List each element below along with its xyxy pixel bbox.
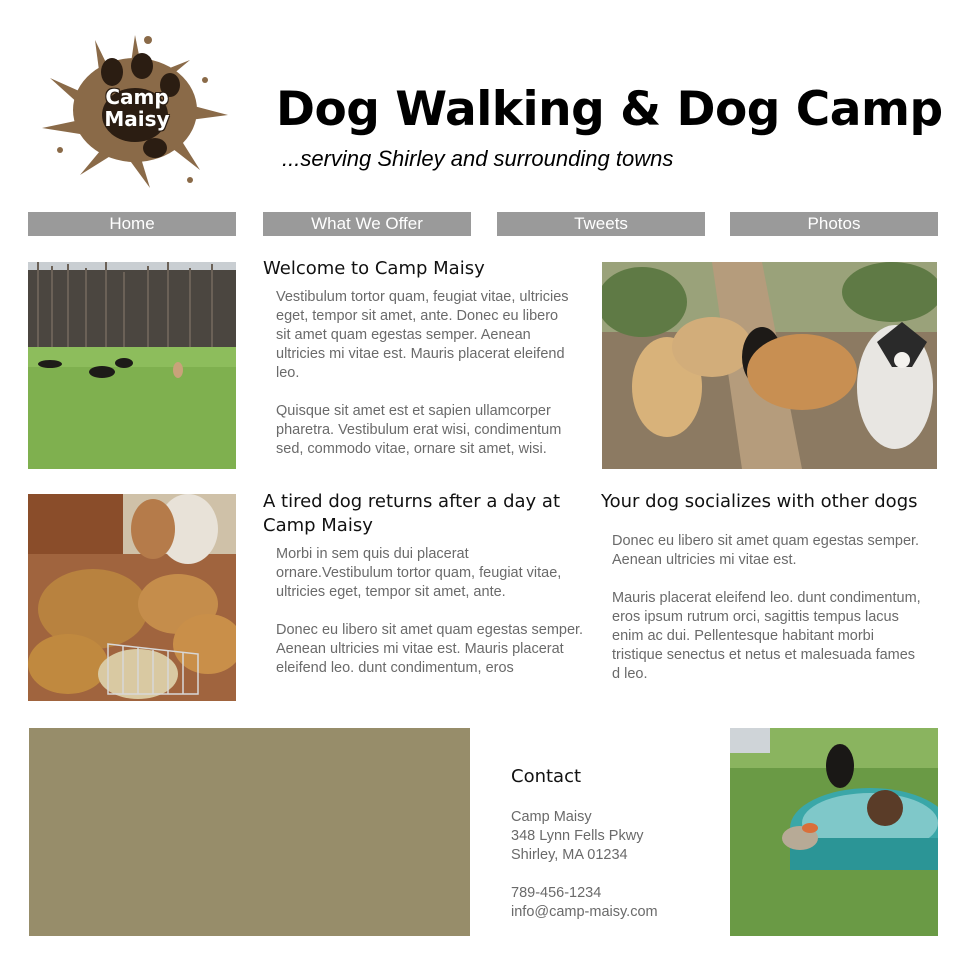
tired-dog-paragraph-1: Morbi in sem quis dui placerat ornare.Ve… bbox=[276, 546, 562, 600]
welcome-heading: Welcome to Camp Maisy bbox=[263, 258, 485, 279]
socialize-heading: Your dog socializes with other dogs bbox=[601, 491, 918, 512]
welcome-paragraph-2: Quisque sit amet est et sapien ullamcorp… bbox=[276, 403, 562, 457]
nav-home[interactable]: Home bbox=[28, 212, 236, 236]
tired-dog-paragraph-2: Donec eu libero sit amet quam egestas se… bbox=[276, 622, 584, 676]
nav-photos[interactable]: Photos bbox=[730, 212, 938, 236]
field-dogs-photo bbox=[28, 262, 236, 469]
site-title: Dog Walking & Dog Camp bbox=[276, 82, 943, 137]
welcome-paragraph-1: Vestibulum tortor quam, feugiat vitae, u… bbox=[276, 289, 569, 381]
contact-email[interactable]: info@camp-maisy.com bbox=[511, 903, 721, 922]
nav-what-we-offer[interactable]: What We Offer bbox=[263, 212, 471, 236]
contact-phone[interactable]: 789-456-1234 bbox=[511, 884, 721, 903]
nav-tweets[interactable]: Tweets bbox=[497, 212, 705, 236]
tired-dogs-photo bbox=[28, 494, 236, 701]
tired-dog-body: Morbi in sem quis dui placerat ornare.Ve… bbox=[276, 545, 586, 697]
map-placeholder[interactable] bbox=[29, 728, 470, 936]
camp-maisy-logo[interactable]: Camp Maisy bbox=[40, 30, 230, 190]
contact-city: Shirley, MA 01234 bbox=[511, 847, 628, 863]
pool-dogs-photo bbox=[730, 728, 938, 936]
tired-dog-heading: A tired dog returns after a day at Camp … bbox=[263, 491, 561, 536]
contact-heading: Contact bbox=[511, 766, 582, 787]
contact-name: Camp Maisy bbox=[511, 809, 592, 825]
contact-details: Camp Maisy 348 Lynn Fells Pkwy Shirley, … bbox=[511, 808, 721, 922]
logo-text: Camp Maisy bbox=[104, 85, 170, 131]
socialize-paragraph-1: Donec eu libero sit amet quam egestas se… bbox=[612, 533, 920, 568]
site-tagline: ...serving Shirley and surrounding towns bbox=[282, 146, 674, 171]
contact-street: 348 Lynn Fells Pkwy bbox=[511, 828, 644, 844]
dog-group-photo bbox=[602, 262, 937, 469]
welcome-body: Vestibulum tortor quam, feugiat vitae, u… bbox=[276, 288, 576, 478]
socialize-body: Donec eu libero sit amet quam egestas se… bbox=[612, 532, 927, 703]
socialize-paragraph-2: Mauris placerat eleifend leo. dunt condi… bbox=[612, 590, 921, 682]
